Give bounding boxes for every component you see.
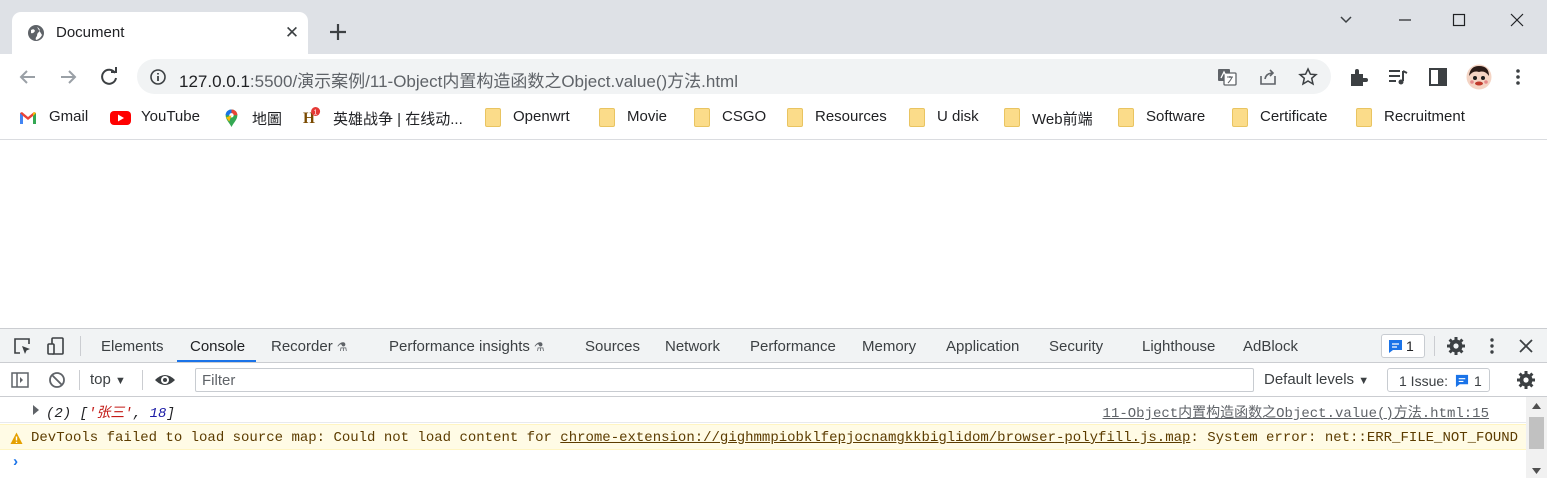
back-icon[interactable] xyxy=(15,64,41,90)
tab-title: Document xyxy=(56,24,125,41)
tab-adblock[interactable]: AdBlock xyxy=(1243,338,1298,355)
settings-gear-icon[interactable] xyxy=(1446,336,1466,356)
tab-console[interactable]: Console xyxy=(190,338,245,355)
console-filter-input[interactable] xyxy=(195,368,1254,392)
scroll-thumb[interactable] xyxy=(1529,417,1544,449)
tab-network[interactable]: Network xyxy=(665,338,720,355)
site-info-icon[interactable] xyxy=(149,68,167,86)
close-tab-icon[interactable]: ✕ xyxy=(282,23,302,43)
caret-down-icon: ▼ xyxy=(115,375,126,387)
warning-text: DevTools failed to load source map: Coul… xyxy=(31,430,1519,446)
close-devtools-icon[interactable] xyxy=(1516,336,1536,356)
share-icon[interactable] xyxy=(1258,67,1278,87)
translate-icon[interactable] xyxy=(1217,67,1237,87)
console-settings-gear-icon[interactable] xyxy=(1516,370,1536,390)
tab-recorder[interactable]: Recorder ⚗ xyxy=(271,338,347,355)
scroll-down-icon[interactable] xyxy=(1531,467,1542,475)
context-selector[interactable]: top ▼ xyxy=(90,371,126,388)
close-window-icon[interactable] xyxy=(1502,8,1532,32)
extensions-icon[interactable] xyxy=(1347,66,1369,88)
tab-strip: Document ✕ xyxy=(0,0,1547,54)
message-icon xyxy=(1389,340,1402,353)
game-icon: H 1 xyxy=(303,107,321,125)
tab-application[interactable]: Application xyxy=(946,338,1019,355)
console-log-message: (2) ['张三', 18] 11-Object内置构造函数之Object.va… xyxy=(0,397,1526,423)
devtools-panel: Elements Console Recorder ⚗ Performance i… xyxy=(0,328,1547,478)
url-host: 127.0.0.1 xyxy=(179,72,250,91)
tab-memory[interactable]: Memory xyxy=(862,338,916,355)
new-tab-icon[interactable] xyxy=(326,20,350,44)
tab-elements[interactable]: Elements xyxy=(101,338,164,355)
reload-icon[interactable] xyxy=(96,64,122,90)
side-panel-icon[interactable] xyxy=(1427,66,1449,88)
folder-icon xyxy=(1118,108,1134,127)
tab-performance[interactable]: Performance xyxy=(750,338,836,355)
forward-icon[interactable] xyxy=(55,64,81,90)
expand-triangle-icon[interactable] xyxy=(33,405,39,415)
clear-console-icon[interactable] xyxy=(47,370,67,390)
folder-icon xyxy=(599,108,615,127)
folder-icon xyxy=(1232,108,1248,127)
globe-icon xyxy=(28,25,44,41)
log-levels-dropdown[interactable]: Default levels ▼ xyxy=(1264,371,1369,388)
page-content xyxy=(0,140,1547,328)
console-prompt[interactable]: › xyxy=(0,451,1526,477)
console-output: (2) ['张三', 18] 11-Object内置构造函数之Object.va… xyxy=(0,397,1526,478)
tab-lighthouse[interactable]: Lighthouse xyxy=(1142,338,1215,355)
youtube-icon xyxy=(110,111,131,125)
url-text[interactable]: 127.0.0.1:5500/演示案例/11-Object内置构造函数之Obje… xyxy=(179,67,738,92)
maps-icon xyxy=(225,109,238,127)
folder-icon xyxy=(909,108,925,127)
chevron-down-icon[interactable] xyxy=(1331,8,1361,32)
tab-security[interactable]: Security xyxy=(1049,338,1103,355)
kebab-menu-icon[interactable] xyxy=(1507,66,1529,88)
folder-icon xyxy=(485,108,501,127)
url-path: :5500/演示案例/11-Object内置构造函数之Object.value(… xyxy=(249,72,738,91)
prompt-chevron-icon: › xyxy=(11,454,21,471)
active-tab-indicator xyxy=(177,360,256,362)
svg-text:1: 1 xyxy=(313,108,317,117)
folder-icon xyxy=(1004,108,1020,127)
live-expression-eye-icon[interactable] xyxy=(154,370,176,390)
experimental-flask-icon: ⚗ xyxy=(336,340,348,354)
profile-avatar-icon[interactable] xyxy=(1466,64,1492,90)
devtools-tabbar: Elements Console Recorder ⚗ Performance i… xyxy=(0,329,1547,363)
caret-down-icon: ▼ xyxy=(1358,375,1370,387)
issues-counter[interactable]: 1 Issue: 1 xyxy=(1387,368,1490,392)
issue-message-icon xyxy=(1455,374,1469,388)
folder-icon xyxy=(1356,108,1372,127)
tab-performance-insights[interactable]: Performance insights ⚗ xyxy=(389,338,545,355)
scroll-up-icon[interactable] xyxy=(1531,402,1542,410)
bookmarks-bar: Gmail YouTube 地圖 H 1 英雄战争 | 在线动... Openw… xyxy=(0,100,1547,140)
warning-icon xyxy=(10,432,23,444)
sidebar-toggle-icon[interactable] xyxy=(10,370,30,390)
console-warning-message: DevTools failed to load source map: Coul… xyxy=(0,424,1526,450)
source-location-link[interactable]: 11-Object内置构造函数之Object.value()方法.html:15 xyxy=(1103,402,1489,422)
device-toolbar-icon[interactable] xyxy=(46,336,66,356)
minimize-icon[interactable] xyxy=(1390,8,1420,32)
folder-icon xyxy=(787,108,803,127)
browser-toolbar: 127.0.0.1:5500/演示案例/11-Object内置构造函数之Obje… xyxy=(0,54,1547,100)
console-scrollbar[interactable] xyxy=(1526,397,1547,478)
gmail-icon xyxy=(20,112,36,124)
messages-badge[interactable]: 1 xyxy=(1381,334,1425,358)
folder-icon xyxy=(694,108,710,127)
console-filter-bar: top ▼ Default levels ▼ 1 Issue: 1 xyxy=(0,363,1547,397)
media-playlist-icon[interactable] xyxy=(1387,66,1409,88)
inspect-element-icon[interactable] xyxy=(12,336,32,356)
tab-sources[interactable]: Sources xyxy=(585,338,640,355)
source-map-link[interactable]: chrome-extension://gighmmpiobklfepjocnam… xyxy=(560,430,1190,446)
address-bar[interactable]: 127.0.0.1:5500/演示案例/11-Object内置构造函数之Obje… xyxy=(137,59,1331,94)
devtools-more-icon[interactable] xyxy=(1482,336,1502,356)
browser-tab[interactable]: Document ✕ xyxy=(12,12,308,54)
maximize-icon[interactable] xyxy=(1444,8,1474,32)
experimental-flask-icon: ⚗ xyxy=(533,340,545,354)
bookmark-star-icon[interactable] xyxy=(1298,67,1318,87)
array-preview[interactable]: (2) ['张三', 18] xyxy=(46,402,175,422)
